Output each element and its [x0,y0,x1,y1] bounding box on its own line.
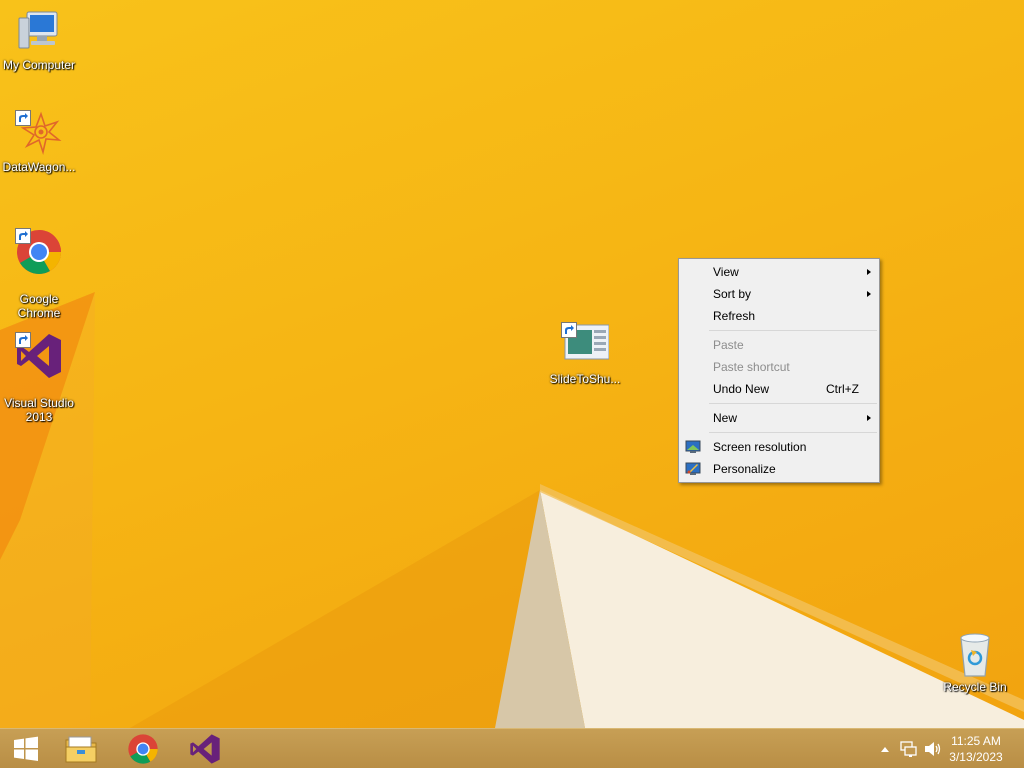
desktop-icon-datawagon[interactable]: DataWagon... [0,110,78,174]
menu-item-label: Undo New [713,382,770,396]
windows-start-icon [14,736,38,761]
menu-item-undo-new[interactable]: Undo New Ctrl+Z [679,378,879,400]
submenu-arrow-icon [867,269,871,275]
clock-date: 3/13/2023 [949,750,1003,764]
desktop-context-menu: View Sort by Refresh Paste Paste shortcu… [678,258,880,483]
desktop[interactable]: My Computer DataWagon... Google Chrome V… [0,0,1024,728]
menu-item-new[interactable]: New [679,407,879,429]
screen-resolution-icon [685,440,701,453]
menu-item-label: Paste [713,338,744,352]
desktop-icon-label: My Computer [2,58,76,72]
visual-studio-icon [15,332,63,380]
menu-item-shortcut: Ctrl+Z [826,382,859,396]
menu-item-label: Personalize [713,462,776,476]
menu-item-screen-resolution[interactable]: Screen resolution [679,436,879,458]
desktop-icon-label: Visual Studio 2013 [4,396,74,424]
desktop-icon-my-computer[interactable]: My Computer [0,8,78,72]
taskbar-chrome[interactable] [117,729,169,769]
desktop-icon-visual-studio[interactable]: Visual Studio 2013 [0,318,78,438]
desktop-icon-label: Recycle Bin [943,680,1007,694]
menu-item-paste: Paste [679,334,879,356]
menu-item-sort-by[interactable]: Sort by [679,283,879,305]
network-icon[interactable] [900,741,918,757]
volume-icon[interactable] [924,741,942,757]
submenu-arrow-icon [867,291,871,297]
menu-item-label: Refresh [713,309,756,323]
taskbar: 11:25 AM 3/13/2023 [0,728,1024,768]
computer-icon [15,8,63,56]
desktop-icon-recycle-bin[interactable]: Recycle Bin [936,630,1014,694]
slidetoshutdown-icon [561,322,609,370]
menu-separator [709,330,877,331]
desktop-icon-label: DataWagon... [2,160,76,174]
taskbar-visual-studio[interactable] [179,729,231,769]
file-explorer-icon [65,736,97,763]
menu-item-view[interactable]: View [679,261,879,283]
taskbar-file-explorer[interactable] [55,729,107,769]
desktop-icon-google-chrome[interactable]: Google Chrome [0,214,78,334]
recycle-bin-icon [951,630,999,678]
menu-item-personalize[interactable]: Personalize [679,458,879,480]
chrome-icon [15,228,63,276]
clock-time: 11:25 AM [951,734,1001,748]
submenu-arrow-icon [867,415,871,421]
shortcut-arrow-icon [15,332,31,348]
system-tray: 11:25 AM 3/13/2023 [864,729,1024,769]
shortcut-arrow-icon [15,228,31,244]
desktop-icon-label: SlideToShu... [549,372,621,386]
menu-item-refresh[interactable]: Refresh [679,305,879,327]
start-button[interactable] [0,729,52,769]
visual-studio-icon [190,734,220,764]
datawagon-icon [15,110,63,158]
menu-item-label: Screen resolution [713,440,807,454]
desktop-icon-label: Google Chrome [17,292,61,320]
taskbar-clock[interactable]: 11:25 AM 3/13/2023 [946,733,1006,765]
menu-item-label: Sort by [713,287,752,301]
personalize-icon [685,462,701,475]
menu-item-label: View [713,265,739,279]
show-hidden-icons-chevron-icon[interactable] [880,745,890,753]
menu-item-paste-shortcut: Paste shortcut [679,356,879,378]
menu-separator [709,432,877,433]
menu-item-label: Paste shortcut [713,360,790,374]
chrome-icon [128,734,158,764]
desktop-icon-slidetoshutdown[interactable]: SlideToShu... [546,322,624,386]
shortcut-arrow-icon [561,322,577,338]
menu-separator [709,403,877,404]
shortcut-arrow-icon [15,110,31,126]
menu-item-label: New [713,411,738,425]
